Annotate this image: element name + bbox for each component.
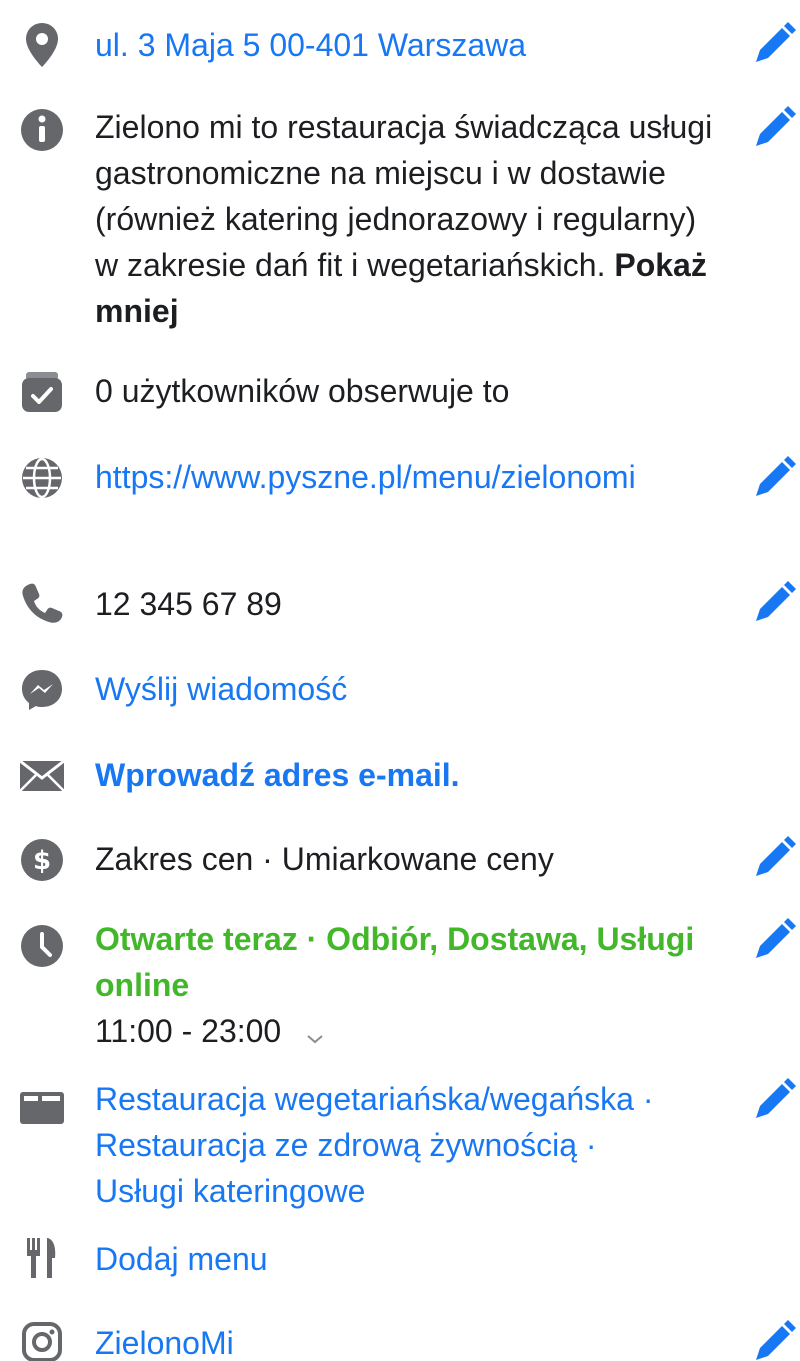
price-range-text: Zakres cen · Umiarkowane ceny [95,841,554,877]
add-menu-link[interactable]: Dodaj menu [95,1236,725,1282]
messenger-icon [18,666,66,714]
edit-hours-icon[interactable] [752,918,796,962]
hours-row: Otwarte teraz · Odbiór, Dostawa, Usługi … [0,912,800,1062]
website-row: https://www.pyszne.pl/menu/zielonomi [0,448,800,508]
category-link[interactable]: Restauracja ze zdrową żywnością · [95,1122,725,1168]
edit-about-icon[interactable] [752,106,796,150]
phone-row: 12 345 67 89 [0,575,800,635]
add-email-link[interactable]: Wprowadź adres e-mail. [95,752,725,798]
price-row: $ Zakres cen · Umiarkowane ceny [0,830,800,890]
fork-knife-icon [18,1234,66,1282]
email-row: Wprowadź adres e-mail. [0,746,800,806]
category-folder-icon [18,1084,66,1132]
followers-text: 0 użytkowników obserwuje to [95,373,510,409]
website-link[interactable]: https://www.pyszne.pl/menu/zielonomi [95,454,725,500]
followers-check-icon [18,368,66,416]
page-info-panel: ul. 3 Maja 5 00-401 Warszawa Zielono mi … [0,0,800,1361]
category-link[interactable]: Restauracja wegetariańska/wegańska · [95,1076,725,1122]
clock-icon [18,922,66,970]
instagram-link[interactable]: ZielonoMi [95,1320,725,1361]
edit-address-icon[interactable] [752,22,796,66]
svg-text:$: $ [33,846,51,876]
hours-toggle[interactable]: 11:00 - 23:00 [95,1008,725,1057]
phone-text: 12 345 67 89 [95,586,282,622]
edit-categories-icon[interactable] [752,1078,796,1122]
info-icon [18,106,66,154]
followers-row: 0 użytkowników obserwuje to [0,362,800,422]
opening-hours-text: 11:00 - 23:00 [95,1013,282,1049]
about-row: Zielono mi to restauracja świadcząca usł… [0,100,800,340]
instagram-row: ZielonoMi [0,1314,800,1361]
edit-price-icon[interactable] [752,836,796,880]
globe-icon [18,454,66,502]
dollar-icon: $ [18,836,66,884]
messenger-row: Wyślij wiadomość [0,660,800,720]
phone-icon [18,579,66,627]
send-message-link[interactable]: Wyślij wiadomość [95,666,725,712]
category-link[interactable]: Usługi kateringowe [95,1168,725,1214]
categories-list: Restauracja wegetariańska/wegańska · Res… [95,1076,725,1214]
location-pin-icon [18,21,66,69]
address-row: ul. 3 Maja 5 00-401 Warszawa [0,15,800,75]
categories-row: Restauracja wegetariańska/wegańska · Res… [0,1072,800,1222]
instagram-icon [18,1318,66,1361]
edit-instagram-icon[interactable] [752,1320,796,1361]
edit-phone-icon[interactable] [752,581,796,625]
about-text: Zielono mi to restauracja świadcząca usł… [95,104,715,334]
edit-website-icon[interactable] [752,456,796,500]
open-status-text: Otwarte teraz · Odbiór, Dostawa, Usługi … [95,921,695,1003]
chevron-down-icon[interactable] [306,1011,324,1057]
envelope-icon [18,752,66,800]
menu-row: Dodaj menu [0,1230,800,1290]
address-link[interactable]: ul. 3 Maja 5 00-401 Warszawa [95,22,725,68]
